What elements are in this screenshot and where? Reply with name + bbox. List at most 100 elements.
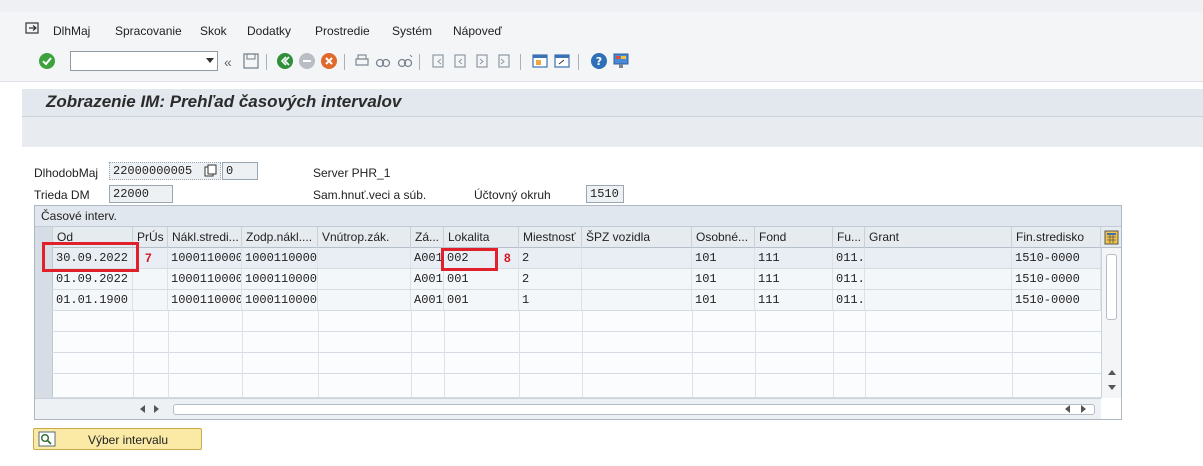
column-header-nakl-stredisko[interactable]: Nákl.stredi...	[168, 227, 242, 248]
history-back-icon[interactable]: «	[224, 54, 232, 70]
column-header-fin-stredisko[interactable]: Fin.stredisko	[1012, 227, 1101, 248]
standard-toolbar: « ?	[0, 44, 1203, 82]
column-header-grant[interactable]: Grant	[865, 227, 1012, 248]
chevron-down-icon[interactable]	[206, 58, 214, 63]
enter-check-icon[interactable]	[38, 52, 56, 70]
find-next-icon[interactable]	[396, 52, 414, 70]
window-top-strip	[0, 0, 1203, 12]
column-header-spz-vozidla[interactable]: ŠPZ vozidla	[582, 227, 692, 248]
toolbar-separator	[344, 54, 345, 70]
scroll-down-icon[interactable]	[1108, 385, 1116, 390]
column-header-lokalita[interactable]: Lokalita	[444, 227, 519, 248]
table-settings-icon[interactable]	[1104, 230, 1119, 245]
column-header-zavod[interactable]: Zá...	[411, 227, 444, 248]
command-field[interactable]	[70, 51, 218, 71]
menu-skok[interactable]: Skok	[200, 24, 227, 38]
dlhodobmaj-label: DlhodobMaj	[34, 166, 99, 180]
table-title-bar: Časové interv.	[35, 206, 1121, 227]
annotation-number-7: 7	[145, 251, 152, 265]
dlhodobmaj-value: 22000000005	[113, 164, 193, 178]
time-intervals-table: Časové interv. Od PrÚs Nákl.stredi... Zo…	[34, 205, 1122, 420]
server-text: Server PHR_1	[313, 166, 391, 180]
application-toolbar	[22, 117, 1203, 147]
table-row-empty[interactable]	[35, 311, 1101, 332]
next-page-icon[interactable]	[473, 52, 491, 70]
row-selector[interactable]	[35, 269, 53, 289]
column-header-osobne[interactable]: Osobné...	[692, 227, 755, 248]
dlhodobmaj-subnumber-field[interactable]: 0	[222, 162, 258, 180]
toolbar-separator	[419, 54, 420, 70]
table-row[interactable]: 30.09.2022 1000110000 1000110000 A001 00…	[35, 248, 1101, 269]
cell-miestnost: 2	[519, 248, 582, 268]
table-row-empty[interactable]	[35, 353, 1101, 374]
table-title: Časové interv.	[41, 209, 117, 223]
cancel-icon[interactable]	[320, 52, 338, 70]
shortcut-icon[interactable]	[553, 52, 571, 70]
menu-dlhmaj[interactable]: DlhMaj	[53, 24, 90, 38]
cell-zavod: A001	[411, 269, 444, 289]
menu-system[interactable]: Systém	[392, 24, 432, 38]
menu-bar: DlhMaj Spracovanie Skok Dodatky Prostred…	[0, 0, 1203, 44]
toolbar-separator	[520, 54, 521, 70]
column-header-fond[interactable]: Fond	[755, 227, 833, 248]
create-session-icon[interactable]	[531, 52, 549, 70]
menu-spracovanie[interactable]: Spracovanie	[115, 24, 182, 38]
table-row-empty[interactable]	[35, 374, 1101, 398]
find-icon[interactable]	[374, 52, 392, 70]
help-icon[interactable]: ?	[590, 52, 608, 70]
column-header-zodp-nakl[interactable]: Zodp.nákl....	[242, 227, 318, 248]
scroll-left-fixed-icon[interactable]	[1065, 405, 1070, 413]
command-input[interactable]	[71, 52, 197, 70]
scroll-left-icon[interactable]	[140, 405, 145, 413]
vertical-scrollbar[interactable]	[1101, 248, 1121, 398]
menu-exit-icon[interactable]	[25, 22, 39, 34]
uctovny-okruh-field[interactable]: 1510	[586, 185, 624, 203]
row-selector[interactable]	[35, 374, 53, 397]
row-selector[interactable]	[35, 353, 53, 373]
dlhodobmaj-subnumber-value: 0	[226, 164, 234, 178]
menu-dodatky[interactable]: Dodatky	[247, 24, 291, 38]
first-page-icon[interactable]	[429, 52, 447, 70]
scroll-right-fixed-icon[interactable]	[1081, 405, 1086, 413]
cell-vnutrop-zak	[318, 248, 411, 268]
scroll-right-icon[interactable]	[154, 405, 159, 413]
back-icon[interactable]	[276, 52, 294, 70]
row-selector[interactable]	[35, 311, 53, 331]
table-row[interactable]: 01.09.2022 1000110000 1000110000 A001 00…	[35, 269, 1101, 290]
customize-layout-icon[interactable]	[612, 52, 630, 70]
vertical-scroll-thumb[interactable]	[1106, 254, 1117, 320]
cell-vnutrop-zak	[318, 269, 411, 289]
table-row[interactable]: 01.01.1900 1000110000 1000110000 A001 00…	[35, 290, 1101, 311]
column-header-funkcna-oblast[interactable]: Fu...	[833, 227, 865, 248]
cell-lokalita: 001	[444, 290, 519, 310]
cell-nakl-stredisko: 1000110000	[168, 269, 242, 289]
last-page-icon[interactable]	[495, 52, 513, 70]
toolbar-separator	[266, 54, 267, 70]
table-header-row: Od PrÚs Nákl.stredi... Zodp.nákl.... Vnú…	[35, 227, 1121, 248]
column-header-miestnost[interactable]: Miestnosť	[519, 227, 582, 248]
table-row-empty[interactable]	[35, 332, 1101, 353]
previous-page-icon[interactable]	[451, 52, 469, 70]
row-selector[interactable]	[35, 290, 53, 310]
scroll-up-icon[interactable]	[1108, 370, 1116, 375]
cell-spz-vozidla	[582, 248, 692, 268]
row-selector[interactable]	[35, 332, 53, 352]
vyber-intervalu-button[interactable]: Výber intervalu	[33, 428, 202, 450]
cell-funkcna-oblast: 011...	[833, 269, 865, 289]
save-icon[interactable]	[242, 52, 260, 70]
menu-prostredie[interactable]: Prostredie	[315, 24, 370, 38]
cell-osobne: 101	[692, 290, 755, 310]
print-icon[interactable]	[353, 52, 371, 70]
cell-osobne: 101	[692, 269, 755, 289]
cell-funkcna-oblast: 011...	[833, 248, 865, 268]
menu-napoved[interactable]: Nápoveď	[453, 24, 502, 38]
copy-icon[interactable]	[204, 164, 218, 178]
trieda-field[interactable]: 22000	[109, 185, 173, 203]
annotation-number-8: 8	[504, 251, 511, 265]
horizontal-scroll-thumb[interactable]	[173, 404, 1095, 415]
horizontal-scrollbar[interactable]	[35, 398, 1101, 419]
cell-fond: 111	[755, 248, 833, 268]
toolbar-separator	[578, 54, 579, 70]
exit-icon[interactable]	[298, 52, 316, 70]
column-header-vnutrop-zak[interactable]: Vnútrop.zák.	[318, 227, 411, 248]
